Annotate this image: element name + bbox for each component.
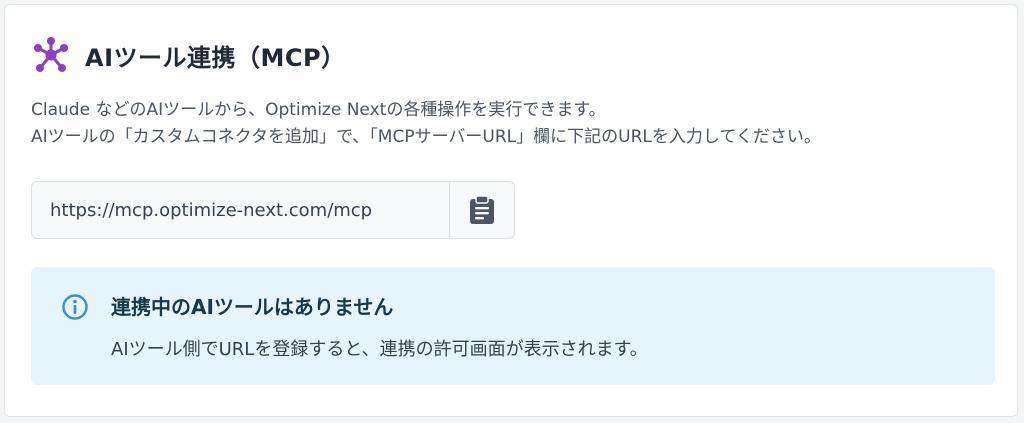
copy-url-button[interactable]	[449, 182, 514, 238]
mcp-integration-card: AIツール連携（MCP） Claude などのAIツールから、Optimize …	[4, 4, 1018, 417]
info-box: 連携中のAIツールはありません AIツール側でURLを登録すると、連携の許可画面…	[31, 267, 995, 385]
info-title: 連携中のAIツールはありません	[111, 295, 394, 319]
section-description: Claude などのAIツールから、Optimize Nextの各種操作を実行で…	[31, 97, 821, 151]
description-line-2: AIツールの「カスタムコネクタを追加」で、「MCPサーバーURL」欄に下記のUR…	[31, 127, 821, 147]
info-icon	[62, 294, 88, 320]
clipboard-icon	[470, 195, 494, 224]
info-message: AIツール側でURLを登録すると、連携の許可画面が表示されます。	[111, 339, 648, 360]
mcp-url-text[interactable]: https://mcp.optimize-next.com/mcp	[32, 182, 449, 238]
section-title: AIツール連携（MCP）	[85, 43, 346, 72]
section-header: AIツール連携（MCP）	[31, 35, 346, 75]
description-line-1: Claude などのAIツールから、Optimize Nextの各種操作を実行で…	[31, 100, 606, 120]
network-hub-icon	[34, 37, 68, 72]
mcp-url-field: https://mcp.optimize-next.com/mcp	[31, 181, 515, 239]
